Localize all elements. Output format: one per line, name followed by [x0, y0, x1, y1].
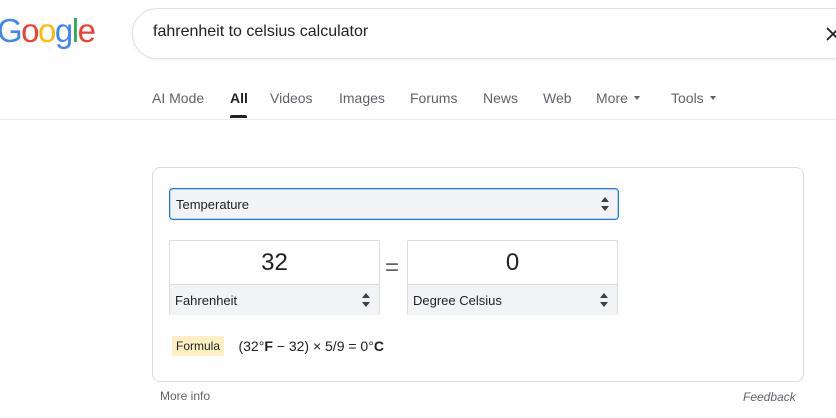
select-arrows-icon [600, 293, 608, 307]
active-tab-indicator [230, 115, 247, 118]
category-value: Temperature [176, 197, 249, 212]
to-unit-label: Degree Celsius [413, 293, 502, 308]
tab-news[interactable]: News [483, 90, 518, 106]
tools-label: Tools [671, 90, 704, 106]
formula-unit: C [373, 338, 384, 354]
caret-down-icon [709, 96, 716, 101]
to-unit-select[interactable]: Degree Celsius [408, 284, 617, 315]
tab-all[interactable]: All [230, 90, 248, 106]
tab-more[interactable]: More [596, 90, 640, 106]
google-logo[interactable]: Google [0, 12, 96, 50]
select-arrows-icon [362, 293, 370, 307]
formula-text: (32°F − 32) × 5/9 = 0°C [238, 338, 383, 354]
caret-down-icon [633, 96, 640, 101]
unit-converter-card: Temperature Fahrenheit = Degree Celsius … [152, 167, 804, 382]
formula-part: (32° [238, 338, 265, 354]
tools-button[interactable]: Tools [671, 90, 716, 106]
tab-more-label: More [596, 90, 628, 106]
formula-row: Formula (32°F − 32) × 5/9 = 0°C [172, 336, 384, 356]
from-unit-select[interactable]: Fahrenheit [170, 284, 379, 315]
equals-sign: = [385, 254, 400, 281]
measurement-category-select[interactable]: Temperature [169, 188, 619, 220]
logo-letter: G [0, 12, 23, 49]
logo-letter: o [38, 12, 56, 49]
to-unit-box: Degree Celsius [407, 240, 618, 315]
tab-ai-mode[interactable]: AI Mode [152, 90, 204, 106]
logo-letter: e [77, 12, 96, 49]
tab-images[interactable]: Images [339, 90, 385, 106]
select-arrows-icon [601, 197, 609, 211]
more-info-link[interactable]: More info [160, 389, 210, 403]
from-value-input[interactable] [170, 241, 379, 284]
logo-letter: g [54, 12, 73, 49]
tab-web[interactable]: Web [543, 90, 572, 106]
formula-part: − 32) × 5/9 = 0° [272, 338, 374, 354]
from-unit-box: Fahrenheit [169, 240, 380, 315]
formula-badge: Formula [172, 336, 225, 356]
search-tabs: AI Mode All Videos Images Forums News We… [0, 82, 836, 120]
to-value-input[interactable] [408, 241, 617, 284]
feedback-link[interactable]: Feedback [743, 390, 796, 404]
formula-unit: F [264, 338, 273, 354]
logo-letter: o [21, 12, 39, 49]
tab-forums[interactable]: Forums [410, 90, 457, 106]
tab-videos[interactable]: Videos [270, 90, 313, 106]
search-box[interactable] [132, 8, 836, 59]
search-input[interactable] [153, 23, 753, 41]
close-icon[interactable] [822, 23, 836, 45]
from-unit-label: Fahrenheit [175, 293, 238, 308]
